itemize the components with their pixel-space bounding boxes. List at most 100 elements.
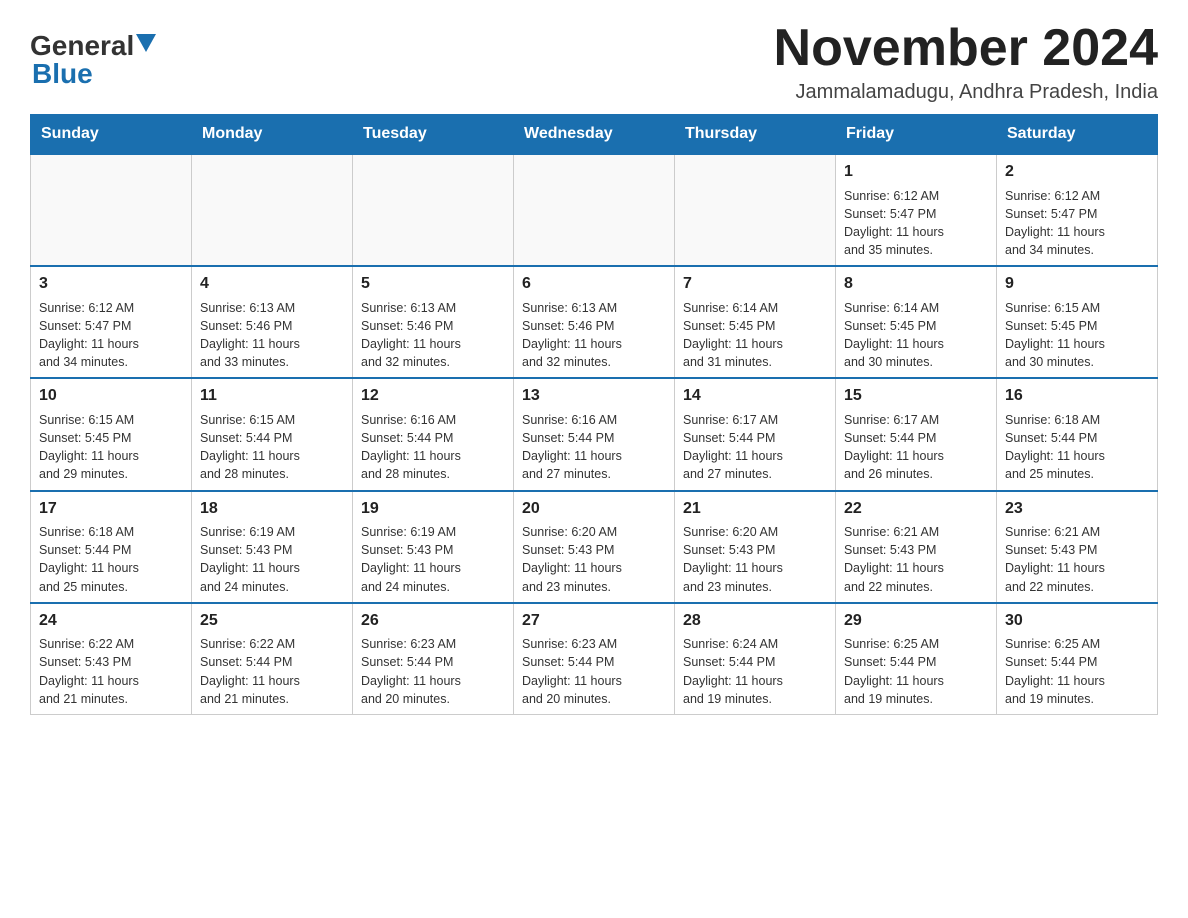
day-of-week-header: Saturday (997, 115, 1158, 155)
day-number: 13 (522, 385, 666, 407)
day-number: 10 (39, 385, 183, 407)
calendar-day-cell: 3Sunrise: 6:12 AM Sunset: 5:47 PM Daylig… (31, 266, 192, 378)
day-info: Sunrise: 6:19 AM Sunset: 5:43 PM Dayligh… (361, 525, 461, 594)
day-number: 19 (361, 498, 505, 520)
location-title: Jammalamadugu, Andhra Pradesh, India (774, 81, 1158, 104)
calendar-day-cell: 1 Sunrise: 6:12 AM Sunset: 5:47 PM Daylig… (836, 154, 997, 266)
calendar-day-cell: 6 Sunrise: 6:13 AM Sunset: 5:46 PM Daylig… (514, 266, 675, 378)
day-info: Sunrise: 6:13 AM Sunset: 5:46 PM Dayligh… (200, 301, 300, 370)
day-info: Sunrise: 6:12 AM Sunset: 5:47 PM Dayligh… (844, 189, 944, 258)
calendar-week-row: 17 Sunrise: 6:18 AM Sunset: 5:44 PM Dayli… (31, 491, 1158, 603)
day-of-week-header: Friday (836, 115, 997, 155)
day-number: 24 (39, 610, 183, 632)
day-number: 27 (522, 610, 666, 632)
calendar-week-row: 24 Sunrise: 6:22 AM Sunset: 5:43 PM Dayli… (31, 603, 1158, 715)
day-number: 4 (200, 273, 344, 295)
day-of-week-header: Sunday (31, 115, 192, 155)
day-number: 20 (522, 498, 666, 520)
day-info: Sunrise: 6:22 AM Sunset: 5:44 PM Dayligh… (200, 637, 300, 706)
day-info: Sunrise: 6:18 AM Sunset: 5:44 PM Dayligh… (1005, 413, 1105, 482)
day-info: Sunrise: 6:19 AM Sunset: 5:43 PM Dayligh… (200, 525, 300, 594)
day-number: 29 (844, 610, 988, 632)
calendar-day-cell: 4 Sunrise: 6:13 AM Sunset: 5:46 PM Daylig… (192, 266, 353, 378)
month-title: November 2024 (774, 20, 1158, 77)
day-info: Sunrise: 6:13 AM Sunset: 5:46 PM Dayligh… (361, 301, 461, 370)
calendar-day-cell: 19 Sunrise: 6:19 AM Sunset: 5:43 PM Dayli… (353, 491, 514, 603)
calendar-day-cell: 13 Sunrise: 6:16 AM Sunset: 5:44 PM Dayli… (514, 378, 675, 490)
logo-area: General Blue (30, 20, 156, 90)
day-number: 17 (39, 498, 183, 520)
day-of-week-header: Thursday (675, 115, 836, 155)
calendar-day-cell (514, 154, 675, 266)
day-info: Sunrise: 6:23 AM Sunset: 5:44 PM Dayligh… (522, 637, 622, 706)
day-number: 12 (361, 385, 505, 407)
logo: General Blue (30, 20, 156, 90)
day-number: 9 (1005, 273, 1149, 295)
day-number: 18 (200, 498, 344, 520)
calendar-day-cell: 27 Sunrise: 6:23 AM Sunset: 5:44 PM Dayli… (514, 603, 675, 715)
day-number: 11 (200, 385, 344, 407)
day-info: Sunrise: 6:13 AM Sunset: 5:46 PM Dayligh… (522, 301, 622, 370)
day-of-week-header: Tuesday (353, 115, 514, 155)
calendar-day-cell: 28Sunrise: 6:24 AM Sunset: 5:44 PM Dayli… (675, 603, 836, 715)
calendar-day-cell: 23Sunrise: 6:21 AM Sunset: 5:43 PM Dayli… (997, 491, 1158, 603)
day-info: Sunrise: 6:14 AM Sunset: 5:45 PM Dayligh… (844, 301, 944, 370)
day-info: Sunrise: 6:25 AM Sunset: 5:44 PM Dayligh… (844, 637, 944, 706)
day-number: 3 (39, 273, 183, 295)
day-number: 15 (844, 385, 988, 407)
calendar-day-cell: 12Sunrise: 6:16 AM Sunset: 5:44 PM Dayli… (353, 378, 514, 490)
day-info: Sunrise: 6:20 AM Sunset: 5:43 PM Dayligh… (683, 525, 783, 594)
day-info: Sunrise: 6:16 AM Sunset: 5:44 PM Dayligh… (522, 413, 622, 482)
calendar-header-row: SundayMondayTuesdayWednesdayThursdayFrid… (31, 115, 1158, 155)
calendar-day-cell: 2Sunrise: 6:12 AM Sunset: 5:47 PM Daylig… (997, 154, 1158, 266)
day-info: Sunrise: 6:17 AM Sunset: 5:44 PM Dayligh… (844, 413, 944, 482)
calendar-day-cell (675, 154, 836, 266)
calendar-day-cell: 26Sunrise: 6:23 AM Sunset: 5:44 PM Dayli… (353, 603, 514, 715)
calendar-day-cell: 29 Sunrise: 6:25 AM Sunset: 5:44 PM Dayli… (836, 603, 997, 715)
calendar-day-cell (353, 154, 514, 266)
day-of-week-header: Monday (192, 115, 353, 155)
day-number: 26 (361, 610, 505, 632)
day-number: 25 (200, 610, 344, 632)
calendar-day-cell: 25 Sunrise: 6:22 AM Sunset: 5:44 PM Dayli… (192, 603, 353, 715)
day-info: Sunrise: 6:15 AM Sunset: 5:44 PM Dayligh… (200, 413, 300, 482)
calendar-week-row: 3Sunrise: 6:12 AM Sunset: 5:47 PM Daylig… (31, 266, 1158, 378)
day-number: 1 (844, 161, 988, 183)
calendar-table: SundayMondayTuesdayWednesdayThursdayFrid… (30, 114, 1158, 715)
day-number: 2 (1005, 161, 1149, 183)
calendar-week-row: 10 Sunrise: 6:15 AM Sunset: 5:45 PM Dayli… (31, 378, 1158, 490)
calendar-day-cell (192, 154, 353, 266)
calendar-day-cell: 30 Sunrise: 6:25 AM Sunset: 5:44 PM Dayli… (997, 603, 1158, 715)
day-number: 14 (683, 385, 827, 407)
day-info: Sunrise: 6:17 AM Sunset: 5:44 PM Dayligh… (683, 413, 783, 482)
day-number: 7 (683, 273, 827, 295)
day-info: Sunrise: 6:20 AM Sunset: 5:43 PM Dayligh… (522, 525, 622, 594)
day-info: Sunrise: 6:18 AM Sunset: 5:44 PM Dayligh… (39, 525, 139, 594)
calendar-day-cell: 22 Sunrise: 6:21 AM Sunset: 5:43 PM Dayli… (836, 491, 997, 603)
calendar-day-cell: 14 Sunrise: 6:17 AM Sunset: 5:44 PM Dayli… (675, 378, 836, 490)
logo-blue-text: Blue (32, 58, 156, 90)
day-number: 16 (1005, 385, 1149, 407)
calendar-day-cell: 17 Sunrise: 6:18 AM Sunset: 5:44 PM Dayli… (31, 491, 192, 603)
calendar-day-cell: 18 Sunrise: 6:19 AM Sunset: 5:43 PM Dayli… (192, 491, 353, 603)
day-info: Sunrise: 6:24 AM Sunset: 5:44 PM Dayligh… (683, 637, 783, 706)
day-info: Sunrise: 6:21 AM Sunset: 5:43 PM Dayligh… (844, 525, 944, 594)
day-info: Sunrise: 6:15 AM Sunset: 5:45 PM Dayligh… (39, 413, 139, 482)
day-number: 22 (844, 498, 988, 520)
calendar-day-cell (31, 154, 192, 266)
calendar-day-cell: 20 Sunrise: 6:20 AM Sunset: 5:43 PM Dayli… (514, 491, 675, 603)
day-info: Sunrise: 6:15 AM Sunset: 5:45 PM Dayligh… (1005, 301, 1105, 370)
calendar-day-cell: 21Sunrise: 6:20 AM Sunset: 5:43 PM Dayli… (675, 491, 836, 603)
calendar-day-cell: 11 Sunrise: 6:15 AM Sunset: 5:44 PM Dayli… (192, 378, 353, 490)
day-of-week-header: Wednesday (514, 115, 675, 155)
calendar-day-cell: 7Sunrise: 6:14 AM Sunset: 5:45 PM Daylig… (675, 266, 836, 378)
day-info: Sunrise: 6:25 AM Sunset: 5:44 PM Dayligh… (1005, 637, 1105, 706)
day-number: 30 (1005, 610, 1149, 632)
day-number: 8 (844, 273, 988, 295)
calendar-day-cell: 5Sunrise: 6:13 AM Sunset: 5:46 PM Daylig… (353, 266, 514, 378)
day-number: 23 (1005, 498, 1149, 520)
day-info: Sunrise: 6:22 AM Sunset: 5:43 PM Dayligh… (39, 637, 139, 706)
day-number: 6 (522, 273, 666, 295)
calendar-day-cell: 16 Sunrise: 6:18 AM Sunset: 5:44 PM Dayli… (997, 378, 1158, 490)
calendar-day-cell: 24 Sunrise: 6:22 AM Sunset: 5:43 PM Dayli… (31, 603, 192, 715)
